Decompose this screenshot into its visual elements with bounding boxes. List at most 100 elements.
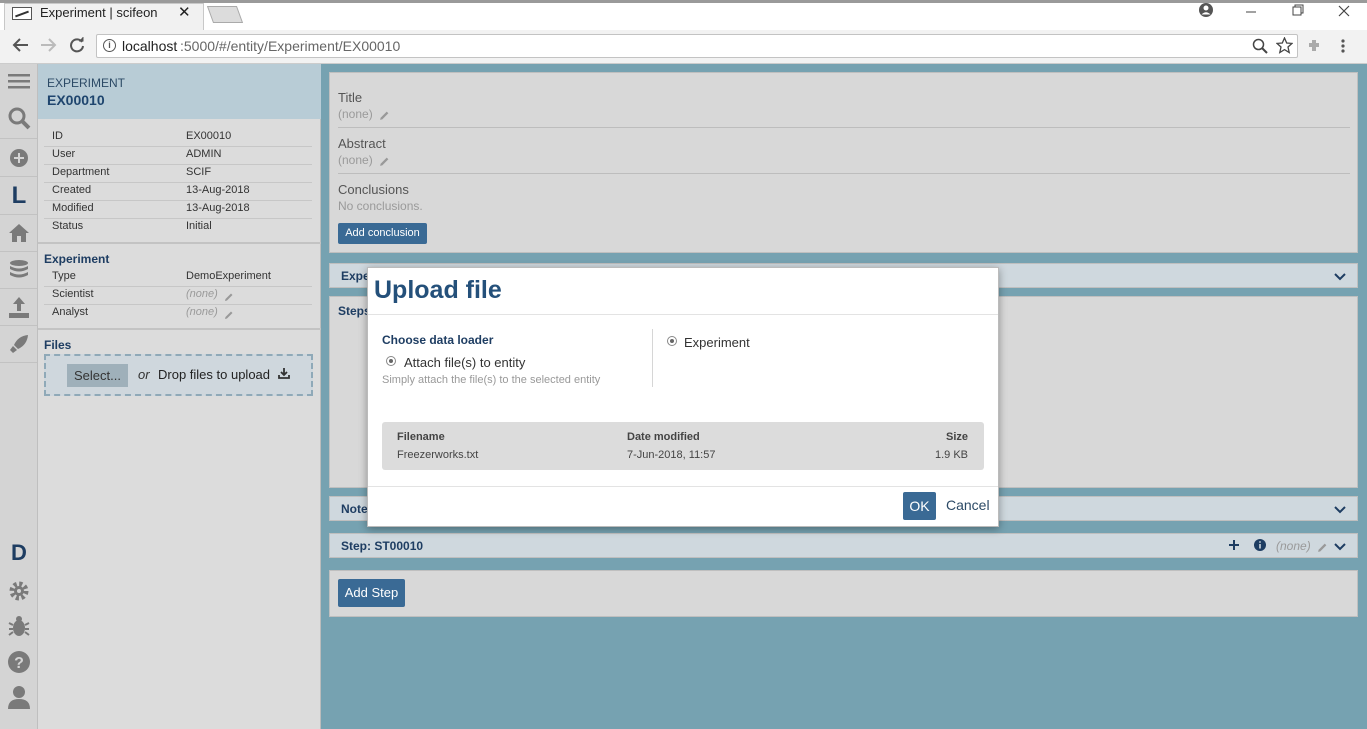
divider (368, 314, 998, 315)
new-tab-button[interactable] (206, 6, 244, 23)
reload-icon[interactable] (68, 37, 86, 58)
chevron-down-icon[interactable] (1334, 503, 1346, 518)
rail-divider (0, 138, 37, 139)
prop-value: Initial (186, 220, 212, 232)
entity-type-label: EXPERIMENT (47, 76, 126, 90)
d-letter-icon[interactable]: D (6, 540, 32, 566)
loader-radio[interactable] (386, 356, 396, 366)
select-files-button[interactable]: Select... (67, 364, 128, 387)
prop-key: ID (52, 130, 63, 142)
prop-value: SCIF (186, 166, 212, 178)
drop-files-label: Drop files to upload (158, 367, 271, 382)
plus-icon[interactable] (1228, 538, 1240, 556)
l-letter-icon[interactable]: L (6, 183, 32, 209)
conclusions-value: No conclusions. (338, 199, 423, 213)
rail-divider (0, 288, 37, 289)
divider (652, 329, 653, 387)
site-info-icon[interactable]: i (103, 39, 116, 52)
tab-title: Experiment | scifeon (40, 5, 158, 20)
target-radio[interactable] (667, 336, 677, 346)
url-path: :5000/#/entity/Experiment/EX00010 (180, 38, 401, 54)
scientist-value[interactable]: (none) (186, 288, 218, 300)
database-icon[interactable] (6, 257, 32, 283)
files-section-title: Files (44, 338, 72, 352)
prop-value: 13-Aug-2018 (186, 202, 250, 214)
divider (44, 286, 312, 287)
rail-divider (0, 176, 37, 177)
add-circle-icon[interactable] (6, 145, 32, 171)
step-collapsible[interactable] (329, 533, 1358, 558)
ok-button[interactable]: OK (903, 492, 936, 520)
add-step-button[interactable]: Add Step (338, 579, 405, 607)
notes-collapsible-title: Note (341, 502, 368, 516)
bug-icon[interactable] (6, 613, 32, 639)
bookmark-star-icon[interactable] (1275, 36, 1294, 59)
download-tray-icon (278, 367, 290, 385)
window-close-icon[interactable] (1338, 3, 1350, 20)
rocket-icon[interactable] (6, 331, 32, 357)
step-title: Step: ST00010 (341, 539, 424, 553)
restore-icon[interactable] (1292, 3, 1304, 20)
divider (44, 218, 312, 219)
extension-icon[interactable] (1306, 38, 1322, 59)
rail-divider (0, 214, 37, 215)
minimize-icon[interactable] (1245, 3, 1257, 20)
pencil-icon[interactable] (379, 108, 390, 126)
column-header-date: Date modified (627, 431, 700, 443)
section-divider (38, 328, 321, 330)
profile-icon[interactable] (1199, 3, 1213, 20)
help-icon[interactable]: ? (6, 649, 32, 675)
pencil-icon[interactable] (379, 154, 390, 172)
experiment-section-title: Experiment (44, 252, 110, 266)
prop-key: Status (52, 220, 84, 232)
forward-icon[interactable] (40, 37, 58, 58)
loader-option-label[interactable]: Attach file(s) to entity (404, 355, 525, 370)
tab-close-icon[interactable]: ✕ (178, 3, 191, 21)
prop-key: Created (52, 184, 92, 196)
hamburger-menu-icon[interactable] (6, 68, 32, 94)
rail-divider (0, 325, 37, 326)
url-host: localhost (122, 38, 178, 54)
step-value[interactable]: (none) (1276, 539, 1311, 553)
home-icon[interactable] (6, 220, 32, 246)
entity-id-title: EX00010 (47, 92, 105, 108)
chevron-down-icon[interactable] (1334, 270, 1346, 285)
prop-key: Department (52, 166, 110, 178)
experiment-collapsible-title: Expe (341, 269, 370, 283)
prop-value: EX00010 (186, 130, 232, 142)
pencil-icon[interactable] (1317, 540, 1328, 558)
abstract-value[interactable]: (none) (338, 153, 373, 167)
upload-icon[interactable] (6, 294, 32, 320)
divider (44, 146, 312, 147)
prop-key: Scientist (52, 288, 94, 300)
back-icon[interactable] (11, 37, 29, 58)
chevron-down-icon[interactable] (1334, 540, 1346, 555)
title-value[interactable]: (none) (338, 107, 373, 121)
cancel-button[interactable]: Cancel (946, 497, 990, 513)
search-icon[interactable] (6, 105, 32, 131)
prop-value: DemoExperiment (186, 270, 271, 282)
rail-divider (0, 251, 37, 252)
abstract-label: Abstract (338, 136, 386, 151)
file-size-cell: 1.9 KB (935, 449, 969, 461)
browser-menu-icon[interactable] (1340, 38, 1346, 59)
user-icon[interactable] (6, 684, 32, 710)
section-divider (38, 242, 321, 244)
prop-value: ADMIN (186, 148, 222, 160)
pencil-icon[interactable] (224, 307, 234, 325)
prop-key: Analyst (52, 306, 89, 318)
prop-key: Modified (52, 202, 94, 214)
gear-icon[interactable] (6, 578, 32, 604)
steps-title: Steps (338, 304, 371, 318)
loader-description: Simply attach the file(s) to the selecte… (382, 374, 601, 386)
info-icon[interactable] (1254, 538, 1266, 556)
browser-tab-bar (0, 0, 1367, 30)
target-option-label[interactable]: Experiment (684, 335, 750, 350)
rail-divider (0, 362, 37, 363)
favicon-icon (12, 7, 32, 20)
add-conclusion-button[interactable]: Add conclusion (338, 223, 427, 244)
analyst-value[interactable]: (none) (186, 306, 218, 318)
choose-loader-label: Choose data loader (382, 333, 494, 347)
divider (44, 200, 312, 201)
zoom-icon[interactable] (1252, 38, 1268, 59)
